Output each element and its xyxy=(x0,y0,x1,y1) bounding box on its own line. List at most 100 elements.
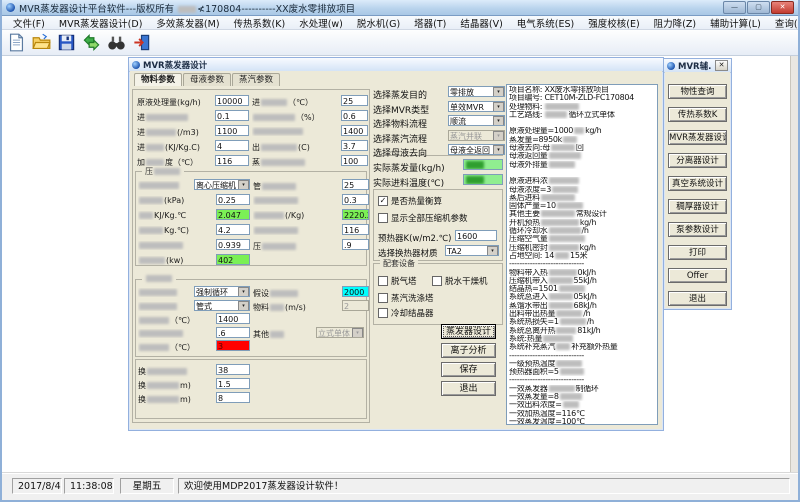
checkbox[interactable]: 蒸汽洗涤塔 xyxy=(378,293,434,303)
menu-item[interactable]: 阻力降(Z) xyxy=(647,16,703,30)
input-field[interactable]: 4 xyxy=(215,140,249,151)
input-field[interactable]: 100 xyxy=(341,155,368,166)
dropdown[interactable]: 管式▾ xyxy=(194,300,250,311)
dropdown[interactable]: TA2▾ xyxy=(445,245,499,256)
helper-button[interactable]: 泵参数设计 xyxy=(668,222,727,237)
dropdown[interactable]: 立式单体▾ xyxy=(316,327,364,338)
dropdown[interactable]: 零排放▾ xyxy=(448,86,505,97)
redacted-text xyxy=(270,304,284,311)
helper-button[interactable]: 打印 xyxy=(668,245,727,260)
helper-button[interactable]: MVR蒸发器设计 xyxy=(668,130,727,145)
menu-item[interactable]: 多效蒸发器(M) xyxy=(149,16,226,30)
checkbox[interactable]: 脱气塔 xyxy=(378,276,417,286)
helper-button[interactable]: 分离器设计 xyxy=(668,153,727,168)
input-field[interactable]: 0.3 xyxy=(342,194,369,205)
helper-button[interactable]: 传热系数K xyxy=(668,107,727,122)
tab-active[interactable]: 物料参数 xyxy=(134,73,182,86)
menu-item[interactable]: MVR蒸发器设计(D) xyxy=(52,16,150,30)
input-field[interactable]: 116 xyxy=(215,155,249,166)
maximize-button[interactable]: ▢ xyxy=(747,1,770,14)
menu-item[interactable]: 查询(E) xyxy=(768,16,800,30)
checkbox[interactable]: 显示全部压缩机参数 xyxy=(378,213,468,223)
input-field[interactable]: 1.5 xyxy=(216,378,250,389)
input-field[interactable]: 3.7 xyxy=(341,140,368,151)
input-field[interactable] xyxy=(463,159,503,170)
tab-inactive[interactable]: 蒸汽参数 xyxy=(232,73,280,86)
menu-item[interactable]: 文件(F) xyxy=(6,16,52,30)
close-button[interactable]: ✕ xyxy=(771,1,794,14)
menu-item[interactable]: 强度校核(E) xyxy=(581,16,646,30)
input-field[interactable] xyxy=(463,174,503,185)
action-button[interactable]: 退出 xyxy=(441,381,496,396)
input-field[interactable]: 1600 xyxy=(455,230,497,241)
menu-item[interactable]: 脱水机(G) xyxy=(350,16,407,30)
input-field[interactable]: 25 xyxy=(341,95,368,106)
helper-window-titlebar[interactable]: MVR辅... ✕ xyxy=(664,59,731,73)
input-field[interactable]: 0.939 xyxy=(216,239,250,250)
tab-inactive[interactable]: 母液参数 xyxy=(183,73,231,86)
close-icon[interactable]: ✕ xyxy=(715,60,728,71)
vertical-scrollbar[interactable] xyxy=(790,56,798,475)
checkbox[interactable]: ✓是否热量衡算 xyxy=(378,196,442,206)
helper-button[interactable]: 真空系统设计 xyxy=(668,176,727,191)
input-field[interactable]: 0.1 xyxy=(215,110,249,121)
input-field[interactable]: 1400 xyxy=(216,313,250,324)
menu-item[interactable]: 结晶器(V) xyxy=(453,16,509,30)
input-field[interactable]: .6 xyxy=(216,327,250,338)
input-field[interactable]: 38 xyxy=(216,364,250,375)
checkbox[interactable]: 脱水干燥机 xyxy=(432,276,488,286)
menu-item[interactable]: 电气系统(ES) xyxy=(510,16,581,30)
summary-listbox[interactable]: 项目名称: XX废水零排放项目项目编号: CET10M-ZLD-FC170804… xyxy=(506,84,658,425)
dropdown[interactable]: 母液全返回▾ xyxy=(448,144,505,155)
helper-button[interactable]: Offer xyxy=(668,268,727,283)
title-bar[interactable]: MVR蒸发器设计平台软件---版权所有 ≮170804----------XX废… xyxy=(2,0,798,16)
helper-button[interactable]: 物性查询 xyxy=(668,84,727,99)
dropdown[interactable]: 蒸汽并联▾ xyxy=(448,130,505,141)
input-field[interactable]: 0.25 xyxy=(216,194,250,205)
input-field[interactable]: 4.2 xyxy=(216,224,250,235)
input-field[interactable]: 402 xyxy=(216,254,250,265)
menu-item[interactable]: 辅助计算(L) xyxy=(703,16,768,30)
input-field[interactable]: .9 xyxy=(342,239,369,250)
helper-button[interactable]: 退出 xyxy=(668,291,727,306)
checkbox-checked-icon: ✓ xyxy=(378,196,388,206)
design-window-titlebar[interactable]: MVR蒸发器设计 xyxy=(129,58,663,72)
menu-item[interactable]: 传热系数(K) xyxy=(227,16,293,30)
checkbox[interactable]: 冷却结晶器 xyxy=(378,308,434,318)
input-field[interactable]: 0.6 xyxy=(341,110,368,121)
dropdown[interactable]: 顺流▾ xyxy=(448,115,505,126)
form-row: 离心压缩机▾管25 xyxy=(136,179,366,194)
input-field[interactable]: 1100 xyxy=(215,125,249,136)
exit-door-icon[interactable] xyxy=(130,32,152,54)
input-field[interactable]: 25 xyxy=(342,179,369,190)
redacted-text xyxy=(557,202,583,209)
menu-item[interactable]: 塔器(T) xyxy=(407,16,453,30)
input-field[interactable]: 2 xyxy=(342,300,369,311)
action-button[interactable]: 离子分析 xyxy=(441,343,496,358)
dropdown[interactable]: 强制循环▾ xyxy=(194,286,250,297)
option-row: 选择母液去向母液全返回▾ xyxy=(373,144,503,158)
option-row: 选择蒸发目的零排放▾ xyxy=(373,86,503,100)
input-field[interactable]: 2000 xyxy=(342,286,369,297)
input-field[interactable]: 8 xyxy=(216,392,250,403)
actual-label: 实际蒸发量(kg/h) xyxy=(373,161,445,174)
redacted-text xyxy=(563,401,579,408)
minimize-button[interactable]: — xyxy=(723,1,746,14)
input-field[interactable]: 10000 xyxy=(215,95,249,106)
input-field[interactable]: 1400 xyxy=(341,125,368,136)
dropdown[interactable]: 单效MVR▾ xyxy=(448,101,505,112)
transfer-icon[interactable] xyxy=(80,32,102,54)
input-field[interactable]: 2220.2 xyxy=(342,209,369,220)
action-button[interactable]: 保存 xyxy=(441,362,496,377)
open-folder-icon[interactable] xyxy=(30,32,52,54)
input-field[interactable]: 2.047 xyxy=(216,209,250,220)
search-binoculars-icon[interactable] xyxy=(105,32,127,54)
input-field[interactable]: 3 xyxy=(216,340,250,351)
input-field[interactable]: 116 xyxy=(342,224,369,235)
new-document-icon[interactable] xyxy=(5,32,27,54)
save-icon[interactable] xyxy=(55,32,77,54)
dropdown[interactable]: 离心压缩机▾ xyxy=(194,179,250,190)
menu-item[interactable]: 水处理(w) xyxy=(292,16,350,30)
action-button[interactable]: 蒸发器设计 xyxy=(441,324,496,339)
helper-button[interactable]: 稠厚器设计 xyxy=(668,199,727,214)
